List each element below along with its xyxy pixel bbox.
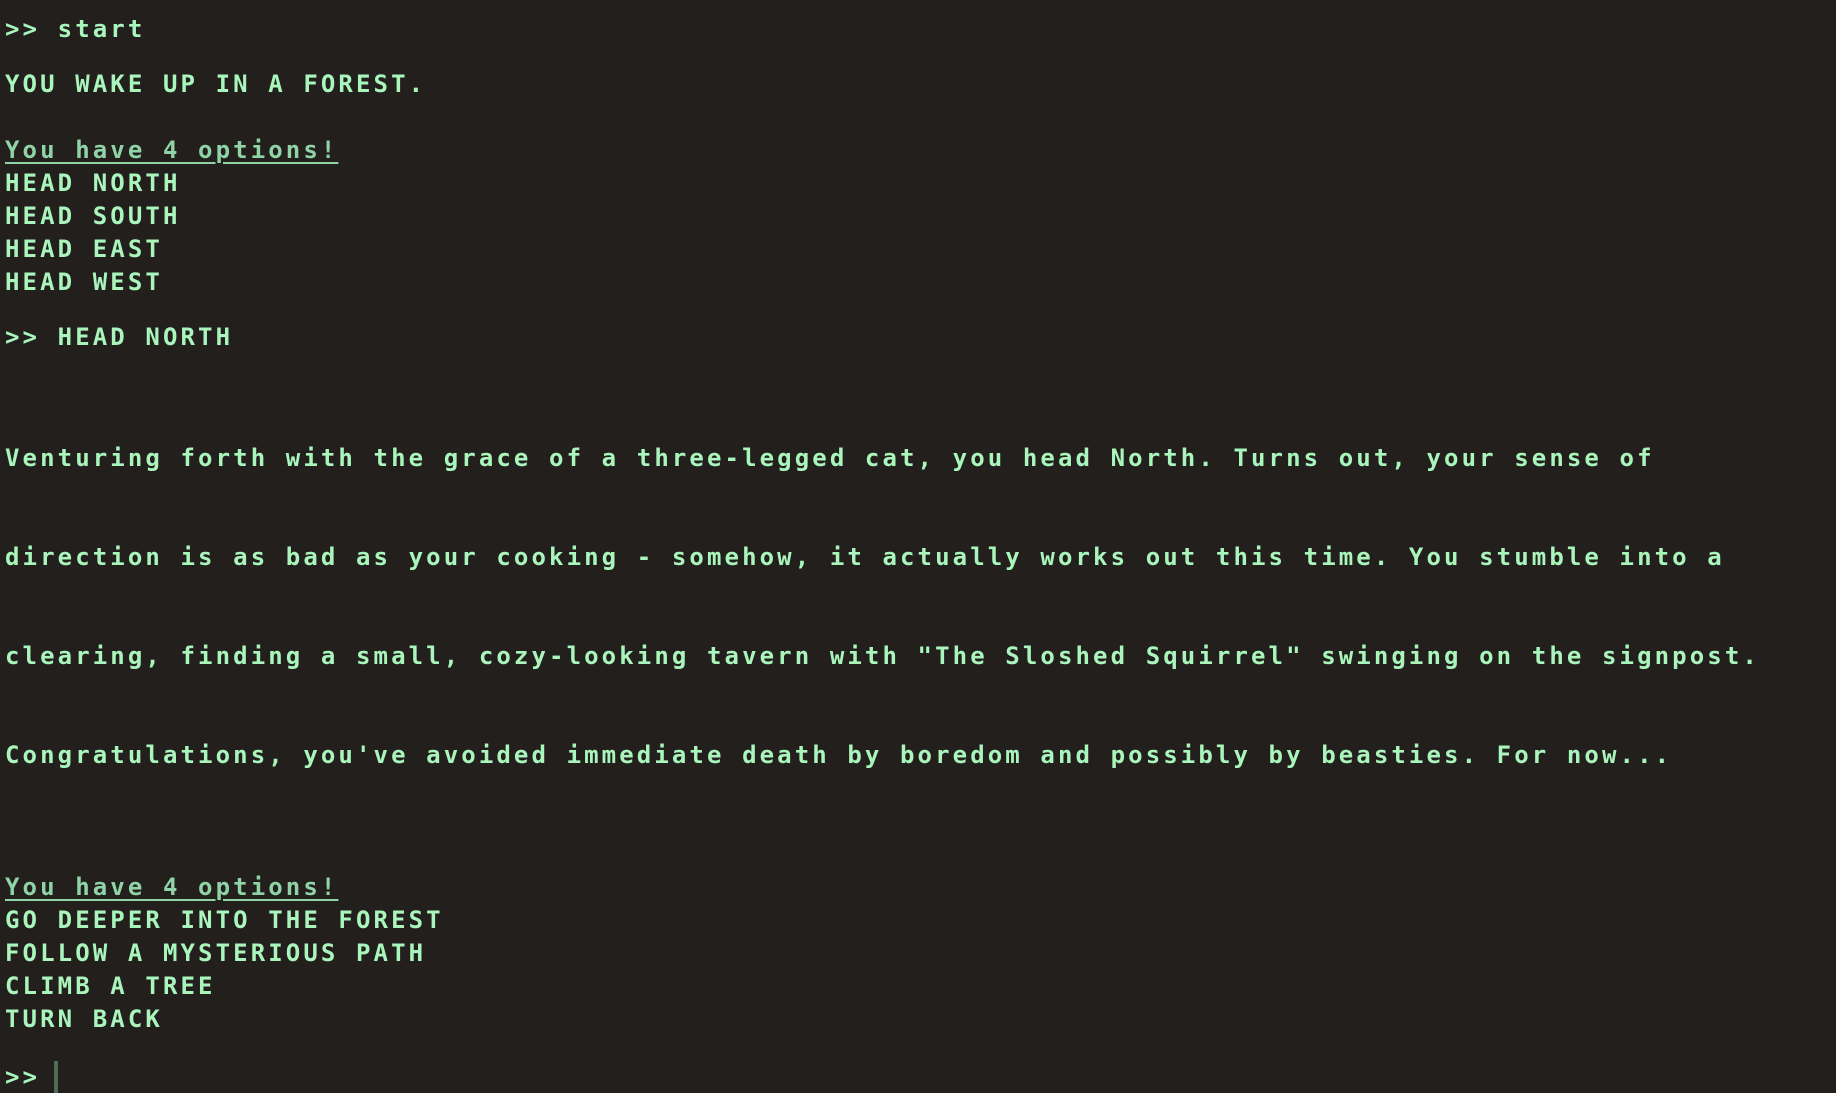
option-head-north[interactable]: HEAD NORTH [5, 167, 1831, 200]
option-follow-path[interactable]: FOLLOW A MYSTERIOUS PATH [5, 937, 1831, 970]
intro-text: YOU WAKE UP IN A FOREST. [5, 70, 427, 98]
prompt-symbol: >> [5, 1062, 41, 1091]
options-header-1-label: You have 4 options! [5, 136, 339, 164]
option-head-south[interactable]: HEAD SOUTH [5, 200, 1831, 233]
story-line: Congratulations, you've avoided immediat… [5, 741, 1673, 769]
command-history-start: >> start [5, 15, 146, 43]
options-header-2-label: You have 4 options! [5, 873, 339, 901]
option-climb-tree[interactable]: CLIMB A TREE [5, 970, 1831, 1003]
options-header-1: You have 4 options! [5, 134, 1831, 167]
story-text: Venturing forth with the grace of a thre… [5, 376, 1831, 838]
story-line: clearing, finding a small, cozy-looking … [5, 642, 1760, 670]
terminal-window: >> start YOU WAKE UP IN A FOREST. You ha… [0, 0, 1836, 1093]
option-go-deeper[interactable]: GO DEEPER INTO THE FOREST [5, 904, 1831, 937]
command-prompt[interactable]: >> [5, 1060, 1831, 1093]
option-head-west[interactable]: HEAD WEST [5, 266, 1831, 299]
option-turn-back[interactable]: TURN BACK [5, 1003, 1831, 1036]
options-header-2: You have 4 options! [5, 871, 1831, 904]
option-head-east[interactable]: HEAD EAST [5, 233, 1831, 266]
story-line: direction is as bad as your cooking - so… [5, 543, 1725, 571]
story-line: Venturing forth with the grace of a thre… [5, 444, 1655, 472]
command-history-head-north: >> HEAD NORTH [5, 323, 234, 351]
text-cursor[interactable] [54, 1060, 59, 1093]
